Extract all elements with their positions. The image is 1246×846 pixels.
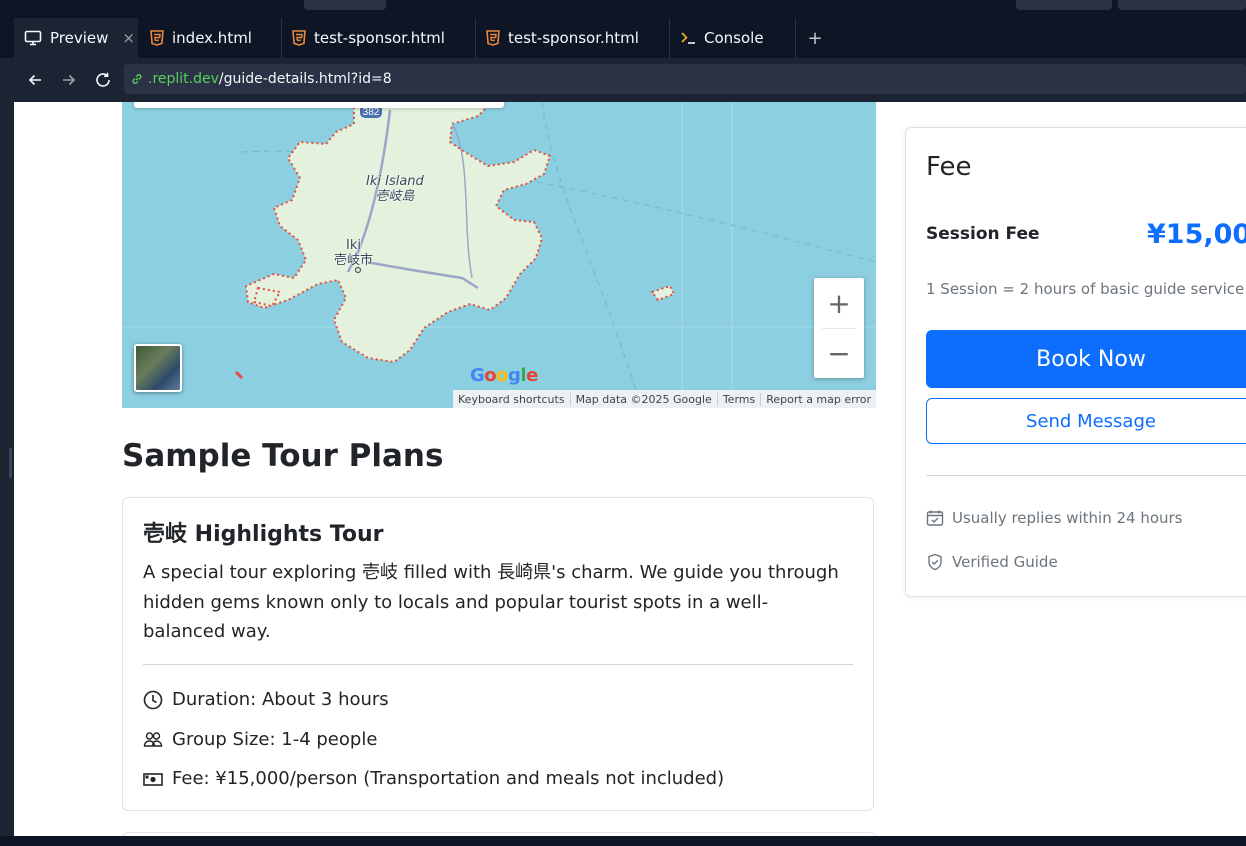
map-tiles: 382 xyxy=(122,102,876,408)
left-gutter xyxy=(0,58,14,846)
forward-arrow-icon[interactable] xyxy=(55,58,83,102)
map-search-overlay xyxy=(134,102,504,108)
header-button[interactable] xyxy=(1016,0,1112,10)
report-map-error-link[interactable]: Report a map error xyxy=(760,392,876,406)
address-bar: .replit.dev/guide-details.html?id=8 xyxy=(14,58,1246,102)
tab-label: test-sponsor.html xyxy=(314,29,445,47)
html5-icon xyxy=(150,30,164,46)
reload-icon[interactable] xyxy=(89,58,117,102)
zoom-divider xyxy=(822,328,856,329)
duration-text: Duration: About 3 hours xyxy=(172,689,389,710)
tab-label: Console xyxy=(704,29,764,47)
shield-check-icon xyxy=(926,553,944,571)
verified-guide-text: Verified Guide xyxy=(952,553,1058,571)
plan-fee: Fee: ¥15,000/person (Transportation and … xyxy=(143,768,724,789)
group-size-text: Group Size: 1-4 people xyxy=(172,729,378,750)
clock-icon xyxy=(143,690,163,710)
map-attribution: Keyboard shortcuts Map data ©2025 Google… xyxy=(453,390,876,408)
tab-label: test-sponsor.html xyxy=(508,29,639,47)
reply-time-text: Usually replies within 24 hours xyxy=(952,509,1183,527)
google-map[interactable]: 382 Iki Island 壱岐島 Iki 壱岐市 Google + − Keyb… xyxy=(122,102,876,408)
link-icon xyxy=(130,72,144,86)
divider xyxy=(143,664,853,665)
session-fee-label: Session Fee xyxy=(926,224,1040,244)
reply-time-info: Usually replies within 24 hours xyxy=(926,509,1183,527)
html5-icon xyxy=(292,30,306,46)
road-shield-label: 382 xyxy=(363,107,380,118)
fee-text: Fee: ¥15,000/person (Transportation and … xyxy=(172,768,725,789)
section-title: Sample Tour Plans xyxy=(122,438,444,474)
session-fee-price: ¥15,000 xyxy=(1147,219,1246,250)
zoom-controls: + − xyxy=(814,278,864,378)
terms-link[interactable]: Terms xyxy=(716,392,760,406)
plan-group-size: Group Size: 1-4 people xyxy=(143,729,377,750)
book-now-button[interactable]: Book Now xyxy=(926,330,1246,388)
url-domain: .replit.dev xyxy=(148,71,219,87)
ide-top-strip xyxy=(0,0,1246,18)
tab-index-html[interactable]: index.html xyxy=(138,18,282,58)
satellite-toggle-button[interactable] xyxy=(134,344,182,392)
verified-guide-info: Verified Guide xyxy=(926,553,1058,571)
map-data-label: Map data ©2025 Google xyxy=(569,392,717,406)
tab-preview[interactable]: Preview × xyxy=(14,18,138,58)
plan-title: 壱岐 Highlights Tour xyxy=(143,522,384,547)
monitor-icon xyxy=(24,30,42,46)
preview-viewport: 382 Iki Island 壱岐島 Iki 壱岐市 Google + − Keyb… xyxy=(14,102,1246,836)
header-button[interactable] xyxy=(1118,0,1246,10)
plan-description: A special tour exploring 壱岐 filled with … xyxy=(143,562,839,642)
divider xyxy=(926,475,1246,476)
zoom-in-button[interactable]: + xyxy=(814,278,864,328)
google-logo: Google xyxy=(470,365,538,386)
add-tab-button[interactable]: + xyxy=(804,18,826,58)
tab-test-sponsor-html-2[interactable]: test-sponsor.html xyxy=(476,18,670,58)
cash-icon xyxy=(143,769,163,789)
tab-label: Preview xyxy=(50,29,109,47)
url-field[interactable]: .replit.dev/guide-details.html?id=8 xyxy=(124,64,1246,94)
tour-plan-card: 壱岐 Highlights Tour A special tour explor… xyxy=(122,497,874,811)
island-label: Iki Island 壱岐島 xyxy=(366,174,424,204)
people-icon xyxy=(143,730,163,750)
back-arrow-icon[interactable] xyxy=(21,58,49,102)
close-icon[interactable]: × xyxy=(122,29,135,47)
send-message-button[interactable]: Send Message xyxy=(926,398,1246,444)
tab-test-sponsor-html[interactable]: test-sponsor.html xyxy=(282,18,476,58)
fee-card: Fee Session Fee ¥15,000 1 Session = 2 ho… xyxy=(905,127,1246,597)
calendar-check-icon xyxy=(926,509,944,527)
html5-icon xyxy=(486,30,500,46)
terminal-icon xyxy=(680,31,696,45)
fee-card-title: Fee xyxy=(926,152,972,182)
plan-duration: Duration: About 3 hours xyxy=(143,689,389,710)
ide-bottom-strip xyxy=(0,836,1246,846)
tab-bar: Preview × index.html test-sponsor.html t… xyxy=(0,18,1246,58)
keyboard-shortcuts-link[interactable]: Keyboard shortcuts xyxy=(453,393,570,406)
tab-label: index.html xyxy=(172,29,252,47)
resize-handle[interactable] xyxy=(9,448,12,478)
workspace-pill[interactable] xyxy=(304,0,386,10)
tab-console[interactable]: Console xyxy=(670,18,796,58)
city-label: Iki 壱岐市 xyxy=(334,238,374,268)
zoom-out-button[interactable]: − xyxy=(814,328,864,378)
url-path: /guide-details.html?id=8 xyxy=(218,71,392,87)
session-note: 1 Session = 2 hours of basic guide servi… xyxy=(926,280,1245,298)
